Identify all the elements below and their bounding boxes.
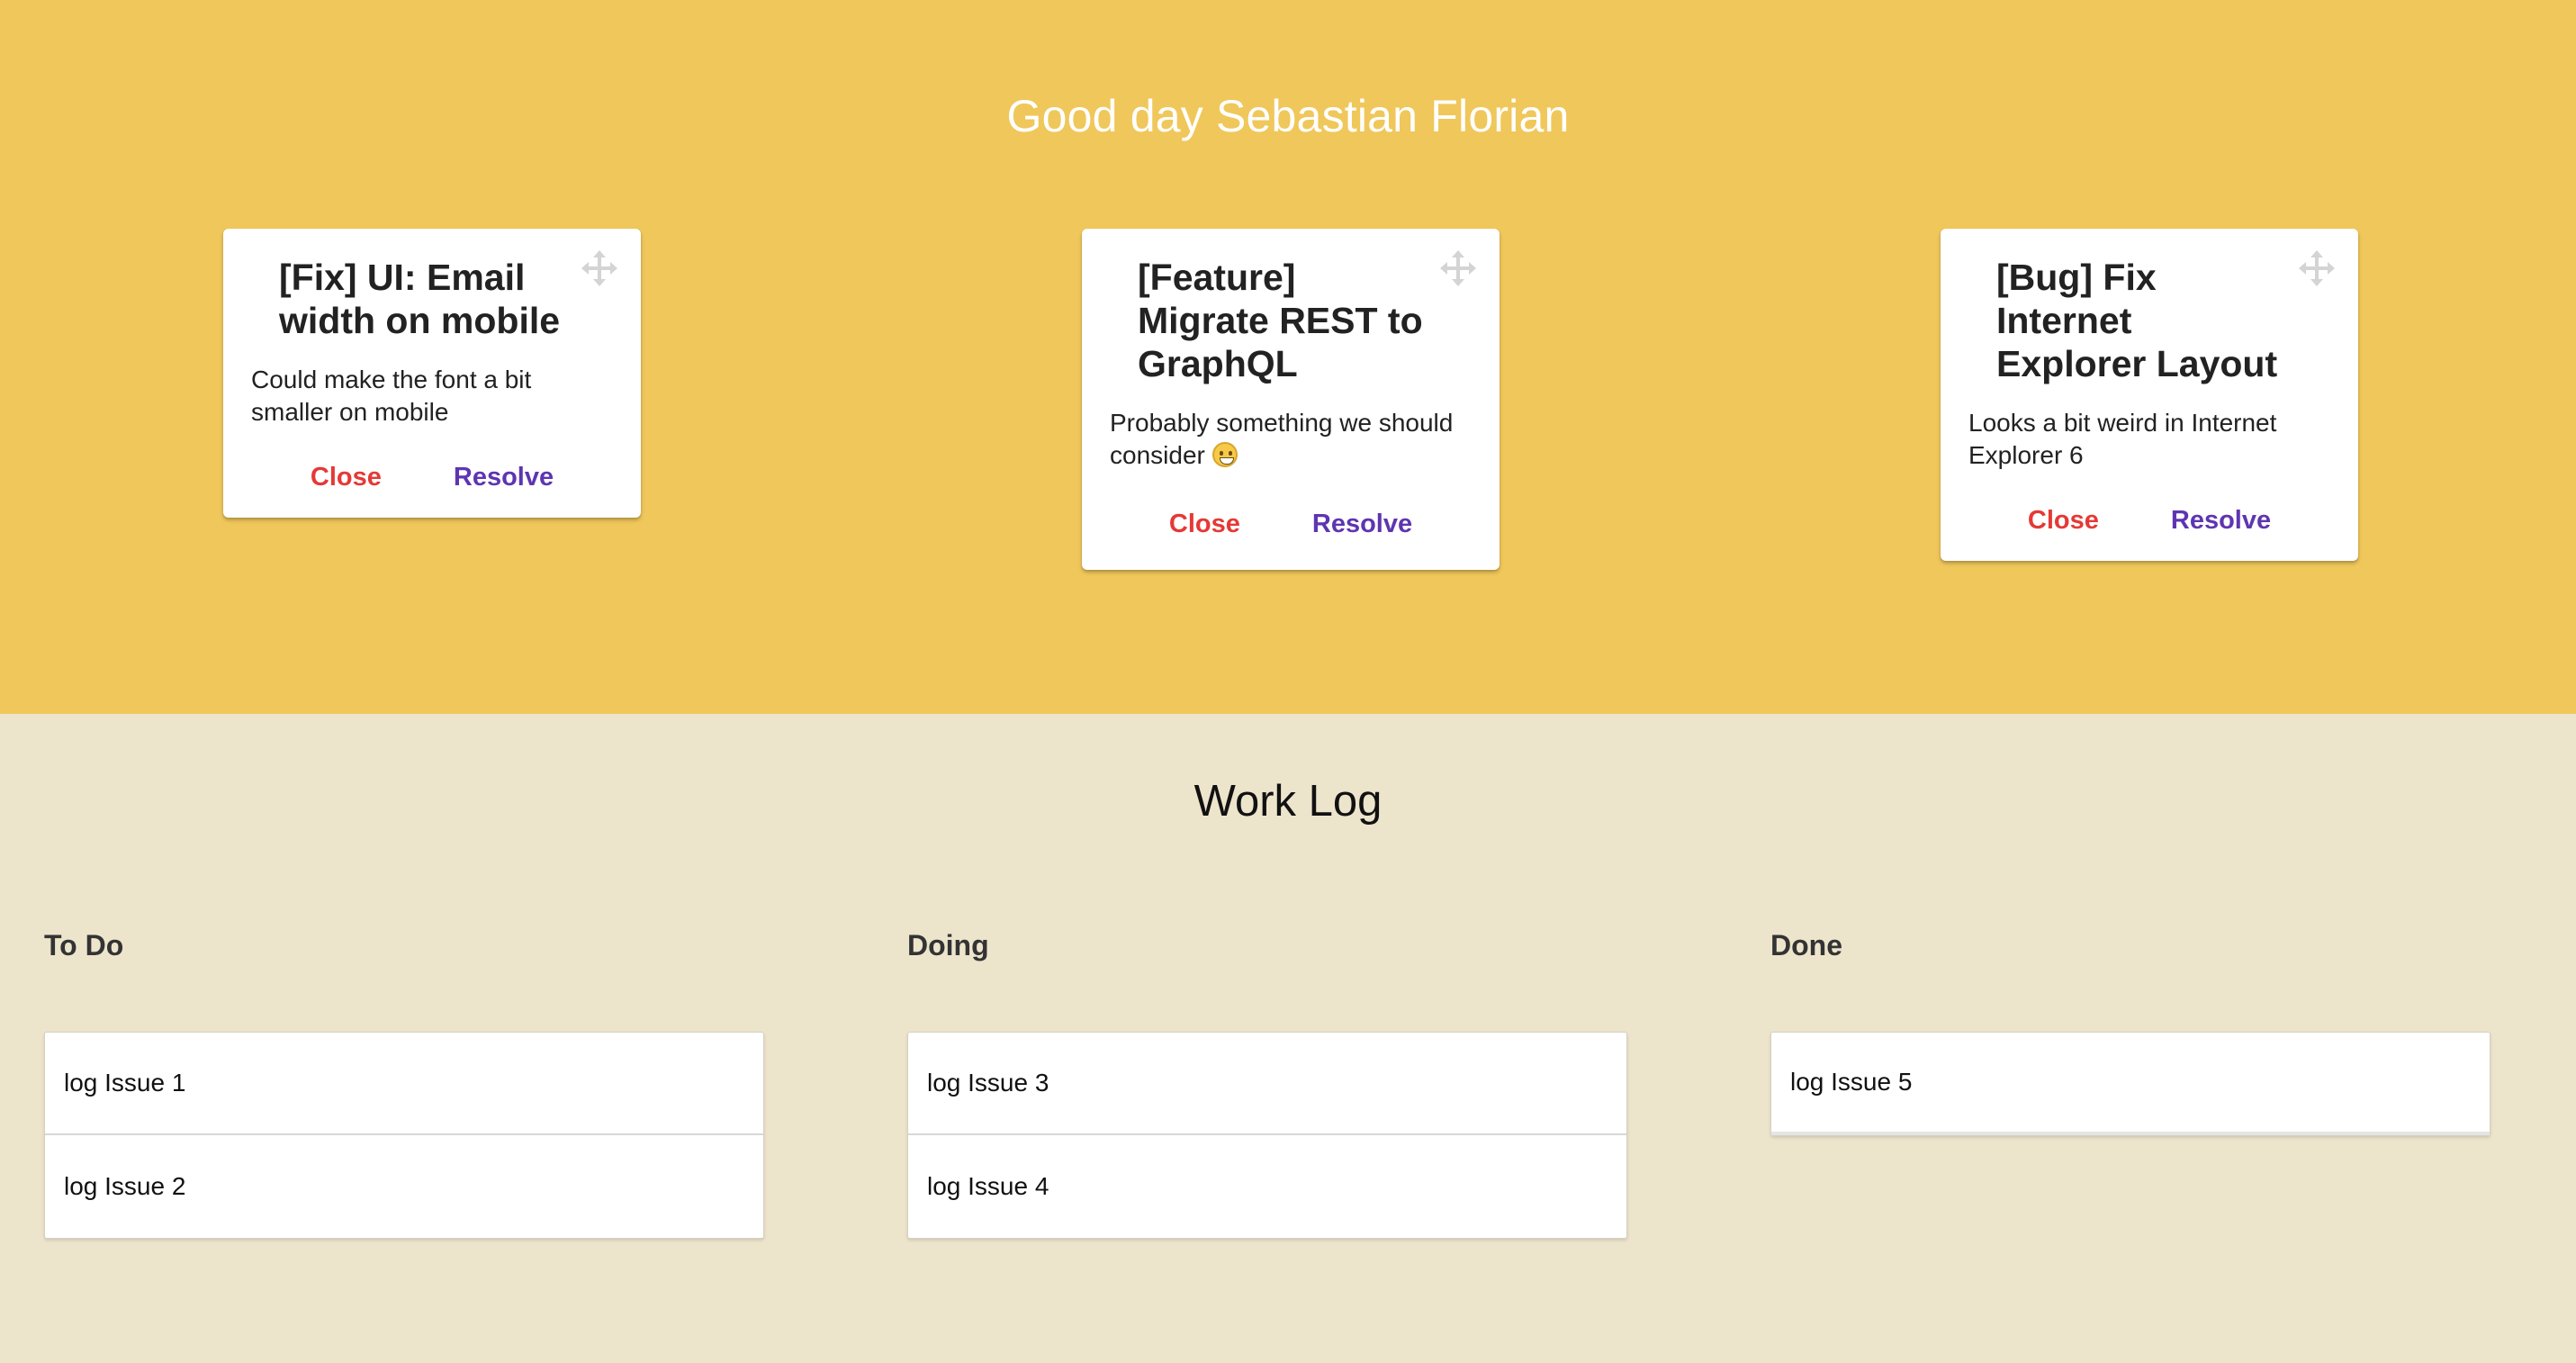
move-icon[interactable] [578, 247, 621, 290]
card-description: Could make the font a bit smaller on mob… [251, 366, 532, 426]
issue-card[interactable]: [Fix] UI: Email width on mobile Could ma… [223, 229, 641, 518]
card-actions: Close Resolve [1941, 472, 2358, 561]
card-description-wrap: Probably something we should consider [1110, 407, 1467, 472]
column-heading: To Do [44, 929, 124, 961]
card-title: [Fix] UI: Email width on mobile [279, 257, 561, 341]
move-icon[interactable] [1437, 247, 1480, 290]
list-item[interactable]: log Issue 2 [45, 1135, 763, 1238]
card-actions: Close Resolve [223, 429, 641, 518]
column-doing: Doing log Issue 3 log Issue 4 [907, 929, 1627, 1239]
close-button[interactable]: Close [2028, 506, 2099, 536]
list-item[interactable]: log Issue 3 [908, 1033, 1626, 1135]
close-button[interactable]: Close [1169, 510, 1240, 539]
card-title: [Bug] Fix Internet Explorer Layout [1996, 257, 2278, 384]
column-done: Done log Issue 5 [1770, 929, 2490, 1136]
issue-card[interactable]: [Bug] Fix Internet Explorer Layout Looks… [1941, 229, 2358, 561]
column-heading: Doing [907, 929, 989, 961]
doing-list: log Issue 3 log Issue 4 [907, 1032, 1627, 1239]
list-item[interactable]: log Issue 5 [1771, 1033, 2490, 1135]
list-item[interactable]: log Issue 4 [908, 1135, 1626, 1238]
column-heading: Done [1770, 929, 1842, 961]
column-todo: To Do log Issue 1 log Issue 2 [44, 929, 764, 1239]
card-title: [Feature] Migrate REST to GraphQL [1138, 257, 1423, 384]
issue-card[interactable]: [Feature] Migrate REST to GraphQL Probab… [1082, 229, 1500, 570]
resolve-button[interactable]: Resolve [1312, 510, 1412, 539]
card-actions: Close Resolve [1082, 472, 1500, 570]
resolve-button[interactable]: Resolve [2171, 506, 2271, 536]
card-description: Probably something we should consider [1110, 409, 1454, 469]
worklog-heading: Work Log [1193, 777, 1383, 826]
list-item[interactable]: log Issue 1 [45, 1033, 763, 1135]
hero-section: Good day Sebastian Florian [Fix] UI: Ema… [0, 0, 2576, 714]
card-description: Looks a bit weird in Internet Explorer 6 [1968, 409, 2277, 469]
done-list: log Issue 5 [1770, 1032, 2490, 1136]
resolve-button[interactable]: Resolve [454, 463, 554, 492]
grinning-face-icon [1211, 442, 1238, 467]
move-icon[interactable] [2295, 247, 2338, 290]
close-button[interactable]: Close [311, 463, 382, 492]
todo-list: log Issue 1 log Issue 2 [44, 1032, 764, 1239]
greeting-heading: Good day Sebastian Florian [1006, 91, 1570, 141]
